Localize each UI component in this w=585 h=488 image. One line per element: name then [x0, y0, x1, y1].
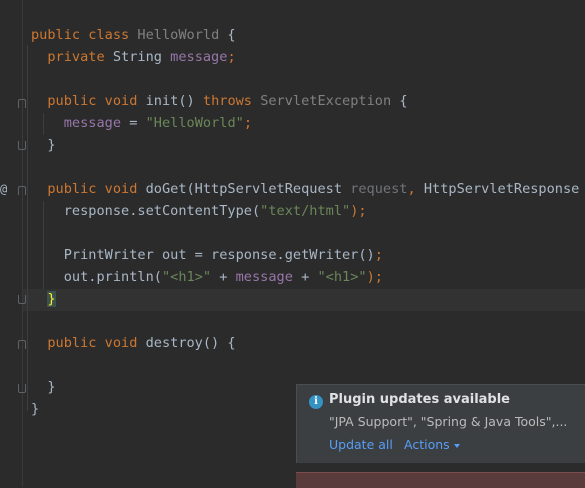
code-line[interactable]: response.setContentType("text/html");: [31, 200, 367, 222]
notification-body: "JPA Support", "Spring & Java Tools",...: [329, 414, 568, 429]
code-token: );: [366, 269, 383, 285]
fold-icon[interactable]: [18, 186, 26, 195]
error-notification-strip[interactable]: [296, 472, 585, 488]
code-token: public void: [31, 181, 146, 197]
code-token: public void: [31, 335, 146, 351]
code-token: }: [31, 379, 56, 395]
code-token: "HelloWorld": [145, 115, 244, 131]
code-line[interactable]: public void init() throws ServletExcepti…: [31, 90, 408, 112]
code-token: public class: [31, 27, 138, 43]
code-token: );: [350, 203, 367, 219]
code-line[interactable]: }: [31, 376, 56, 398]
code-token: PrintWriter out = response.getWriter(): [31, 247, 375, 263]
code-token: "text/html": [260, 203, 351, 219]
code-token: message: [235, 269, 293, 285]
code-line[interactable]: public void destroy() {: [31, 332, 236, 354]
code-token: request: [350, 181, 408, 197]
code-line[interactable]: public class HelloWorld {: [31, 24, 236, 46]
fold-icon[interactable]: [18, 141, 26, 150]
code-token: throws: [202, 93, 261, 109]
code-token: (HttpServletRequest: [186, 181, 351, 197]
code-token: message: [63, 115, 122, 131]
info-icon: i: [309, 395, 323, 409]
code-token: message: [170, 49, 228, 65]
code-token: out.println(: [31, 269, 162, 285]
code-token: ;: [243, 115, 253, 131]
code-line[interactable]: private String message;: [31, 46, 236, 68]
code-token: }: [31, 137, 56, 153]
code-token: "<h1>": [161, 269, 212, 285]
code-token: }: [31, 401, 40, 417]
code-token: }: [47, 291, 56, 307]
fold-icon[interactable]: [18, 384, 26, 393]
code-token: init: [145, 93, 179, 109]
code-token: String: [112, 49, 171, 65]
chevron-down-icon: [453, 443, 460, 448]
code-token: ,: [407, 181, 424, 197]
code-token: HttpServletResponse re: [423, 181, 580, 197]
editor-gutter: [0, 0, 22, 487]
plugin-update-notification: i Plugin updates available "JPA Support"…: [296, 384, 585, 463]
code-line[interactable]: public void doGet(HttpServletRequest req…: [31, 178, 585, 200]
code-token: response.setContentType(: [31, 203, 261, 219]
fold-icon[interactable]: [18, 340, 26, 349]
code-token: ServletException: [260, 93, 392, 109]
code-token: {: [219, 27, 236, 43]
code-line[interactable]: PrintWriter out = response.getWriter();: [31, 244, 383, 266]
fold-icon[interactable]: [18, 295, 26, 304]
code-token: =: [121, 115, 146, 131]
code-token: public void: [31, 93, 146, 109]
actions-dropdown-link[interactable]: Actions: [404, 437, 460, 452]
update-all-link[interactable]: Update all: [329, 437, 393, 452]
indent-guide: [27, 45, 28, 411]
code-token: {: [391, 93, 408, 109]
code-token: ;: [227, 49, 236, 65]
code-token: destroy: [145, 335, 203, 351]
code-token: () {: [202, 335, 236, 351]
current-line-highlight: [23, 289, 585, 311]
code-token: +: [292, 269, 318, 285]
code-token: (): [178, 93, 203, 109]
code-token: ;: [374, 247, 383, 263]
code-token: +: [211, 269, 236, 285]
code-line[interactable]: }: [31, 288, 56, 310]
code-line[interactable]: }: [31, 134, 56, 156]
code-token: "<h1>": [317, 269, 367, 285]
code-line[interactable]: out.println("<h1>" + message + "<h1>");: [31, 266, 383, 288]
fold-icon[interactable]: [18, 99, 26, 108]
code-line[interactable]: }: [31, 398, 39, 420]
code-token: HelloWorld: [137, 27, 220, 43]
code-token: doGet: [145, 181, 187, 197]
code-token: private: [31, 49, 113, 65]
code-line[interactable]: message = "HelloWorld";: [31, 112, 252, 134]
notification-title: Plugin updates available: [329, 392, 510, 407]
override-at-sign-icon[interactable]: @: [0, 180, 12, 198]
